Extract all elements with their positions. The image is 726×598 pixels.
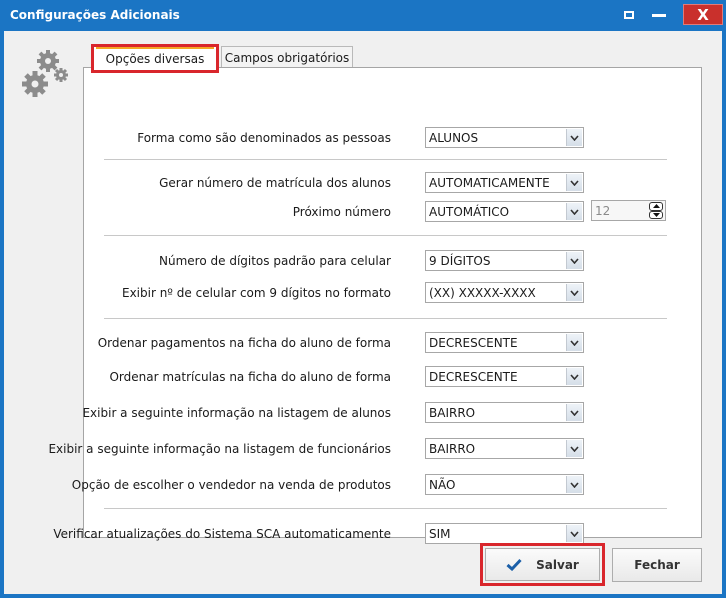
divider (104, 159, 667, 160)
chevron-down-icon (566, 404, 582, 421)
close-button[interactable]: Fechar (612, 548, 702, 582)
ordem-matriculas-select[interactable]: DECRESCENTE (425, 366, 584, 387)
info-funcionarios-label: Exibir a seguinte informação na listagem… (48, 442, 391, 456)
info-funcionarios-value: BAIRRO (429, 441, 476, 456)
digitos-celular-select[interactable]: 9 DÍGITOS (425, 250, 584, 271)
chevron-down-icon (566, 476, 582, 493)
info-alunos-select[interactable]: BAIRRO (425, 402, 584, 423)
save-button-highlight: Salvar (480, 543, 605, 586)
minimize-icon (652, 14, 666, 17)
save-label: Salvar (536, 557, 579, 572)
gears-icon (20, 47, 74, 103)
tab-label: Opções diversas (105, 51, 205, 66)
tab-label-wrap: Opções diversas (96, 47, 214, 68)
proximo-numero-select[interactable]: AUTOMÁTICO (425, 201, 584, 222)
ordem-pagamentos-value: DECRESCENTE (429, 335, 518, 350)
gerar-matricula-value: AUTOMATICAMENTE (429, 175, 550, 190)
gerar-matricula-label: Gerar número de matrícula dos alunos (159, 176, 391, 190)
formato-celular-select[interactable]: (XX) XXXXX-XXXX (425, 282, 584, 303)
atualizacoes-select[interactable]: SIM (425, 523, 584, 544)
close-label: Fechar (634, 558, 680, 572)
chevron-down-icon (566, 334, 582, 351)
title-bar[interactable]: Configurações Adicionais X (0, 0, 726, 31)
minimize-button[interactable] (648, 4, 670, 26)
chevron-down-icon (566, 252, 582, 269)
ordem-pagamentos-select[interactable]: DECRESCENTE (425, 332, 584, 353)
spin-down-button[interactable] (649, 210, 663, 219)
restore-button[interactable] (618, 4, 640, 26)
dialog-window: Configurações Adicionais X Campos obriga… (0, 0, 726, 598)
chevron-down-icon (566, 284, 582, 301)
chevron-down-icon (566, 525, 582, 542)
digitos-celular-label: Número de dígitos padrão para celular (159, 254, 391, 268)
checkmark-icon (506, 558, 522, 571)
chevron-down-icon (566, 368, 582, 385)
divider (104, 508, 667, 509)
close-window-button[interactable]: X (683, 4, 723, 25)
pessoas-select[interactable]: ALUNOS (425, 127, 584, 148)
proximo-numero-value: AUTOMÁTICO (429, 204, 510, 219)
spinner-value: 12 (595, 203, 611, 218)
close-icon: X (697, 5, 709, 24)
proximo-numero-label: Próximo número (292, 205, 391, 219)
spinner-buttons (648, 202, 664, 219)
options-panel: Forma como são denominados as pessoas AL… (48, 67, 702, 544)
ordem-matriculas-label: Ordenar matrículas na ficha do aluno de … (109, 370, 391, 384)
dialog-body: Campos obrigatórios Opções diversas Form… (4, 31, 722, 594)
tab-label: Campos obrigatórios (224, 50, 350, 65)
window-title: Configurações Adicionais (10, 8, 180, 22)
chevron-down-icon (566, 129, 582, 146)
spin-up-button[interactable] (649, 202, 663, 211)
vendedor-select[interactable]: NÃO (425, 474, 584, 495)
divider (104, 235, 667, 236)
info-alunos-label: Exibir a seguinte informação na listagem… (82, 406, 391, 420)
pessoas-value: ALUNOS (429, 130, 479, 145)
formato-celular-label: Exibir nº de celular com 9 dígitos no fo… (121, 286, 391, 300)
pessoas-label: Forma como são denominados as pessoas (137, 131, 391, 145)
tab-campos-obrigatorios[interactable]: Campos obrigatórios (221, 46, 353, 68)
vendedor-value: NÃO (429, 477, 456, 492)
atualizacoes-value: SIM (429, 526, 451, 541)
arrow-down-icon (652, 212, 660, 217)
save-button[interactable]: Salvar (485, 548, 600, 581)
formato-celular-value: (XX) XXXXX-XXXX (429, 285, 536, 300)
proximo-numero-spinner[interactable]: 12 (591, 200, 666, 221)
chevron-down-icon (566, 203, 582, 220)
ordem-matriculas-value: DECRESCENTE (429, 369, 518, 384)
info-funcionarios-select[interactable]: BAIRRO (425, 438, 584, 459)
divider (104, 318, 667, 319)
info-alunos-value: BAIRRO (429, 405, 476, 420)
atualizacoes-label: Verificar atualizações do Sistema SCA au… (53, 527, 391, 541)
gerar-matricula-select[interactable]: AUTOMATICAMENTE (425, 172, 584, 193)
vendedor-label: Opção de escolher o vendedor na venda de… (71, 478, 391, 492)
arrow-up-icon (652, 204, 660, 209)
restore-icon (624, 11, 634, 19)
digitos-celular-value: 9 DÍGITOS (429, 253, 491, 268)
chevron-down-icon (566, 440, 582, 457)
tab-opcoes-diversas[interactable]: Opções diversas (91, 44, 219, 73)
ordem-pagamentos-label: Ordenar pagamentos na ficha do aluno de … (97, 336, 391, 350)
chevron-down-icon (566, 174, 582, 191)
